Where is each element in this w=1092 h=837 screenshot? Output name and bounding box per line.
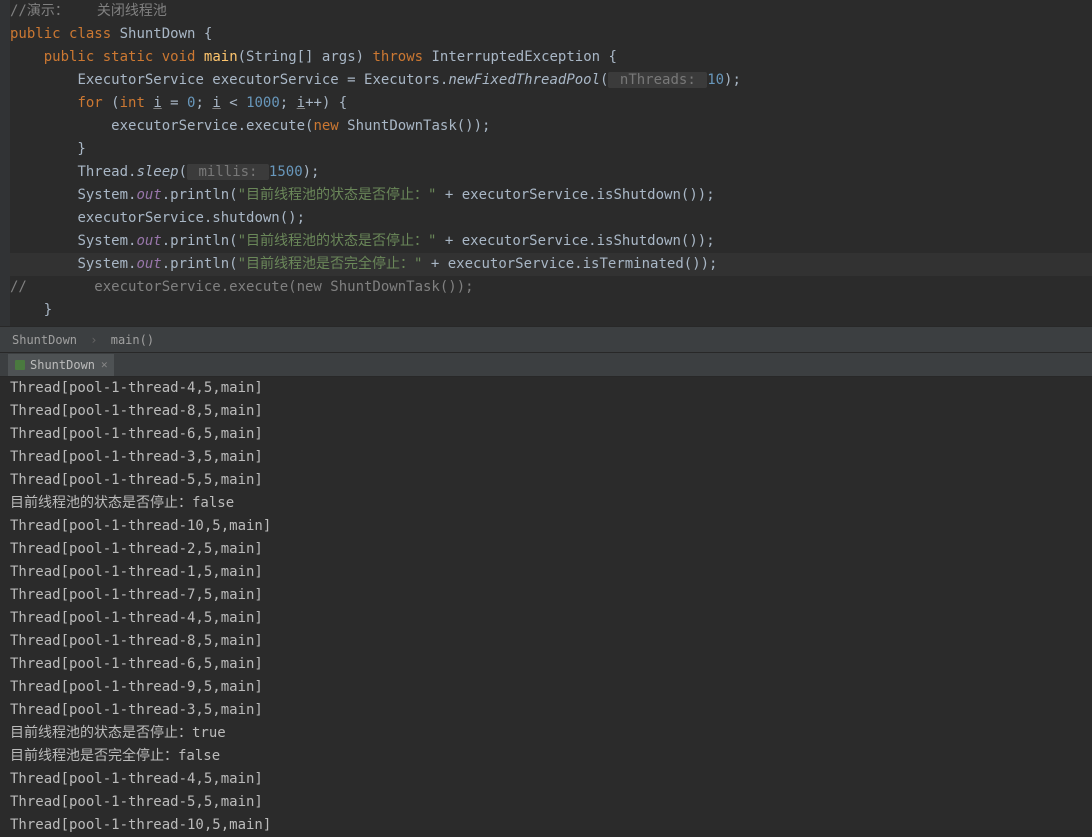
code-line: for (int i = 0; i < 1000; i++) { — [10, 92, 1092, 115]
console-line: Thread[pool-1-thread-8,5,main] — [10, 400, 1082, 423]
code-editor[interactable]: //演示：关闭线程池 public class ShuntDown { publ… — [0, 0, 1092, 326]
code-line: public class ShuntDown { — [10, 23, 1092, 46]
run-config-icon — [14, 359, 26, 371]
code-line: System.out.println("目前线程池的状态是否停止：" + exe… — [10, 230, 1092, 253]
console-line: Thread[pool-1-thread-4,5,main] — [10, 607, 1082, 630]
console-line: 目前线程池的状态是否停止：true — [10, 722, 1082, 745]
console-line: Thread[pool-1-thread-8,5,main] — [10, 630, 1082, 653]
breadcrumb-separator: › — [90, 333, 97, 347]
code-line: executorService.execute(new ShuntDownTas… — [10, 115, 1092, 138]
code-line: ExecutorService executorService = Execut… — [10, 69, 1092, 92]
code-line: //演示：关闭线程池 — [10, 0, 1092, 23]
code-line: } — [10, 299, 1092, 322]
code-line-active: System.out.println("目前线程池是否完全停止：" + exec… — [10, 253, 1092, 276]
run-tab[interactable]: ShuntDown ✕ — [8, 354, 114, 376]
close-icon[interactable]: ✕ — [101, 353, 108, 377]
code-line: Thread.sleep( millis: 1500); — [10, 161, 1092, 184]
console-line: 目前线程池的状态是否停止：false — [10, 492, 1082, 515]
console-line: Thread[pool-1-thread-6,5,main] — [10, 653, 1082, 676]
code-line: public static void main(String[] args) t… — [10, 46, 1092, 69]
console-line: 目前线程池是否完全停止：false — [10, 745, 1082, 768]
console-line: Thread[pool-1-thread-9,5,main] — [10, 676, 1082, 699]
breadcrumb-method[interactable]: main() — [111, 333, 154, 347]
console-line: Thread[pool-1-thread-6,5,main] — [10, 423, 1082, 446]
console-line: Thread[pool-1-thread-1,5,main] — [10, 561, 1082, 584]
code-line: executorService.shutdown(); — [10, 207, 1092, 230]
code-area[interactable]: //演示：关闭线程池 public class ShuntDown { publ… — [0, 0, 1092, 322]
code-line: } — [10, 138, 1092, 161]
code-line: System.out.println("目前线程池的状态是否停止：" + exe… — [10, 184, 1092, 207]
code-line: // executorService.execute(new ShuntDown… — [10, 276, 1092, 299]
console-line: Thread[pool-1-thread-4,5,main] — [10, 768, 1082, 791]
console-line: Thread[pool-1-thread-2,5,main] — [10, 538, 1082, 561]
console-line: Thread[pool-1-thread-3,5,main] — [10, 446, 1082, 469]
console-line: Thread[pool-1-thread-5,5,main] — [10, 469, 1082, 492]
console-line: Thread[pool-1-thread-10,5,main] — [10, 515, 1082, 538]
run-tab-label: ShuntDown — [30, 353, 95, 377]
console-line: Thread[pool-1-thread-4,5,main] — [10, 377, 1082, 400]
console-tab-bar: ShuntDown ✕ — [0, 353, 1092, 377]
editor-gutter — [0, 0, 10, 326]
console-output[interactable]: Thread[pool-1-thread-4,5,main] Thread[po… — [0, 377, 1092, 837]
console-line: Thread[pool-1-thread-7,5,main] — [10, 584, 1082, 607]
breadcrumb[interactable]: ShuntDown › main() — [0, 326, 1092, 353]
console-line: Thread[pool-1-thread-10,5,main] — [10, 814, 1082, 837]
console-line: Thread[pool-1-thread-3,5,main] — [10, 699, 1082, 722]
console-line: Thread[pool-1-thread-5,5,main] — [10, 791, 1082, 814]
breadcrumb-class[interactable]: ShuntDown — [12, 333, 77, 347]
